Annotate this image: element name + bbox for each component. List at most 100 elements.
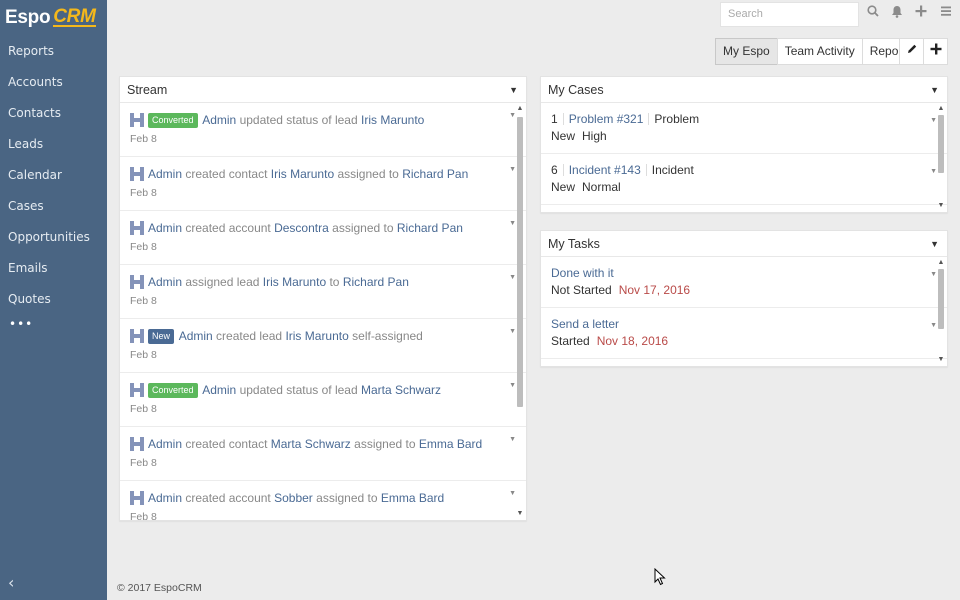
edit-dashboard-button[interactable] — [899, 38, 924, 65]
my-tasks-menu-icon[interactable]: ▼ — [930, 231, 939, 257]
action-text: assigned to — [316, 491, 378, 505]
cases-scrollbar[interactable]: ▲ ▼ — [937, 105, 945, 210]
stream-panel-menu-icon[interactable]: ▼ — [509, 77, 518, 103]
scroll-up-icon[interactable]: ▲ — [937, 259, 945, 267]
row-menu-icon[interactable]: ▼ — [930, 163, 937, 180]
user-avatar-icon — [130, 167, 144, 181]
task-name-link[interactable]: Send a letter — [551, 317, 619, 331]
stream-list: Converted Admin updated status of lead I… — [120, 103, 526, 520]
sidebar-collapse-icon[interactable]: ‹ — [8, 573, 14, 592]
entity-link[interactable]: Iris Marunto — [285, 329, 348, 343]
stream-date: Feb 8 — [130, 187, 157, 199]
my-cases-menu-icon[interactable]: ▼ — [930, 77, 939, 103]
actor-link[interactable]: Admin — [148, 167, 182, 181]
sidebar: Espo CRM Reports Accounts Contacts Leads … — [0, 0, 107, 600]
scroll-down-icon[interactable]: ▼ — [937, 356, 945, 364]
action-text: self-assigned — [352, 329, 423, 343]
assignee-link[interactable]: Richard Pan — [343, 275, 409, 289]
scroll-down-icon[interactable]: ▼ — [516, 510, 524, 518]
row-menu-icon[interactable]: ▼ — [509, 490, 516, 497]
case-number: 1 — [551, 112, 558, 126]
add-dashlet-button[interactable] — [923, 38, 948, 65]
task-date: Nov 17, 2016 — [618, 283, 691, 297]
my-cases-panel-title: My Cases — [548, 83, 604, 97]
sidebar-item-emails[interactable]: Emails — [0, 253, 107, 284]
scroll-up-icon[interactable]: ▲ — [516, 105, 524, 113]
search-icon[interactable] — [865, 5, 881, 23]
assignee-link[interactable]: Richard Pan — [397, 221, 463, 235]
row-menu-icon[interactable]: ▼ — [509, 220, 516, 227]
row-menu-icon[interactable]: ▼ — [509, 166, 516, 173]
action-text: updated status of lead — [239, 383, 358, 397]
tasks-scrollbar[interactable]: ▲ ▼ — [937, 259, 945, 364]
case-name-link[interactable]: Incident #143 — [569, 163, 641, 177]
sidebar-item-opportunities[interactable]: Opportunities — [0, 222, 107, 253]
sidebar-item-quotes[interactable]: Quotes — [0, 284, 107, 315]
sidebar-more-button[interactable]: ••• — [0, 315, 107, 335]
scroll-thumb[interactable] — [517, 117, 523, 407]
pencil-icon — [907, 44, 916, 53]
assignee-link[interactable]: Emma Bard — [419, 437, 482, 451]
actor-link[interactable]: Admin — [148, 275, 182, 289]
search-input[interactable]: Search — [720, 2, 859, 27]
stream-item: Converted Admin updated status of lead I… — [120, 103, 526, 157]
task-status: Started — [551, 334, 590, 348]
row-menu-icon[interactable]: ▼ — [930, 266, 937, 283]
sidebar-item-accounts[interactable]: Accounts — [0, 67, 107, 98]
sidebar-item-contacts[interactable]: Contacts — [0, 98, 107, 129]
row-menu-icon[interactable]: ▼ — [509, 328, 516, 335]
row-menu-icon[interactable]: ▼ — [509, 436, 516, 443]
row-menu-icon[interactable]: ▼ — [509, 382, 516, 389]
my-tasks-panel: My Tasks ▼ Done with it Not Started Nov 1… — [540, 230, 948, 367]
my-cases-panel-header: My Cases ▼ — [541, 77, 947, 103]
menu-icon[interactable] — [938, 5, 954, 23]
scroll-down-icon[interactable]: ▼ — [937, 202, 945, 210]
actor-link[interactable]: Admin — [202, 383, 236, 397]
scroll-thumb[interactable] — [938, 115, 944, 173]
stream-panel-header: Stream ▼ — [120, 77, 526, 103]
row-menu-icon[interactable]: ▼ — [930, 317, 937, 334]
actor-link[interactable]: Admin — [148, 221, 182, 235]
row-menu-icon[interactable]: ▼ — [509, 112, 516, 119]
user-avatar-icon — [130, 329, 144, 343]
logo-text-espo: Espo — [5, 7, 51, 28]
row-menu-icon[interactable]: ▼ — [930, 112, 937, 129]
stream-scrollbar[interactable]: ▲ ▼ — [516, 105, 524, 518]
assignee-link[interactable]: Richard Pan — [402, 167, 468, 181]
task-name-link[interactable]: Done with it — [551, 266, 614, 280]
scroll-up-icon[interactable]: ▲ — [937, 105, 945, 113]
action-text: updated status of lead — [239, 113, 358, 127]
stream-date: Feb 8 — [130, 241, 157, 253]
entity-link[interactable]: Marta Schwarz — [271, 437, 351, 451]
entity-link[interactable]: Sobber — [274, 491, 313, 505]
case-name-link[interactable]: Problem #321 — [569, 112, 644, 126]
actor-link[interactable]: Admin — [148, 491, 182, 505]
sidebar-item-calendar[interactable]: Calendar — [0, 160, 107, 191]
entity-link[interactable]: Iris Marunto — [361, 113, 424, 127]
entity-link[interactable]: Marta Schwarz — [361, 383, 441, 397]
stream-item: Admin assigned lead Iris Marunto to Rich… — [120, 265, 526, 319]
tab-team-activity[interactable]: Team Activity — [776, 38, 863, 65]
add-dashlet-icon — [930, 43, 941, 55]
case-status: New — [551, 180, 576, 194]
plus-icon[interactable] — [913, 5, 929, 23]
entity-link[interactable]: Descontra — [274, 221, 329, 235]
list-item: Done with it Not Started Nov 17, 2016 ▼ — [541, 257, 947, 308]
scroll-thumb[interactable] — [938, 269, 944, 329]
assignee-link[interactable]: Emma Bard — [381, 491, 444, 505]
bell-icon[interactable] — [889, 5, 905, 23]
tab-my-espo[interactable]: My Espo — [715, 38, 778, 65]
actor-link[interactable]: Admin — [202, 113, 236, 127]
sidebar-item-cases[interactable]: Cases — [0, 191, 107, 222]
actor-link[interactable]: Admin — [148, 437, 182, 451]
sidebar-item-reports[interactable]: Reports — [0, 36, 107, 67]
my-cases-panel: My Cases ▼ 1 Problem #321 Problem New High … — [540, 76, 948, 213]
sidebar-item-leads[interactable]: Leads — [0, 129, 107, 160]
entity-link[interactable]: Iris Marunto — [271, 167, 334, 181]
stream-item: Admin created account Sobber assigned to… — [120, 481, 526, 520]
actor-link[interactable]: Admin — [179, 329, 213, 343]
tasks-list: Done with it Not Started Nov 17, 2016 ▼ S… — [541, 257, 947, 366]
entity-link[interactable]: Iris Marunto — [263, 275, 326, 289]
espocrm-logo[interactable]: Espo CRM — [0, 0, 107, 36]
row-menu-icon[interactable]: ▼ — [509, 274, 516, 281]
